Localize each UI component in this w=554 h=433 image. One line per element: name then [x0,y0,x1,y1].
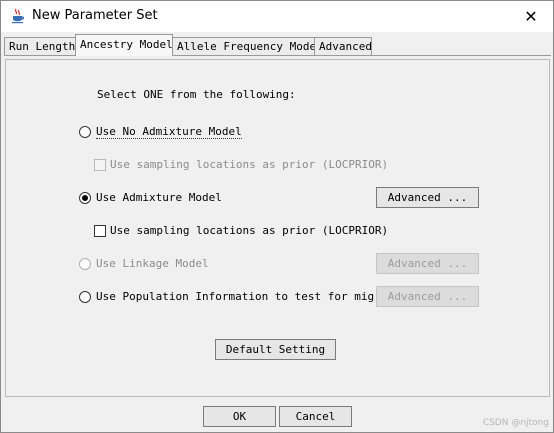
popinfo-advanced-button[interactable]: Advanced ... [376,286,479,307]
tab-advanced[interactable]: Advanced [314,37,372,55]
popinfo-label[interactable]: Use Population Information to test for m… [96,290,394,303]
default-setting-button[interactable]: Default Setting [215,339,336,360]
close-button[interactable]: ✕ [509,1,553,32]
popinfo-radio[interactable] [79,291,91,303]
cancel-button[interactable]: Cancel [279,406,352,427]
admixture-label[interactable]: Use Admixture Model [96,191,222,204]
admixture-radio[interactable] [79,192,91,204]
ok-button[interactable]: OK [203,406,276,427]
admixture-advanced-button[interactable]: Advanced ... [376,187,479,208]
java-cup-icon [12,8,25,24]
ancestry-model-panel: Select ONE from the following: Use No Ad… [5,59,550,397]
tab-strip: Run Length Ancestry Model Allele Frequen… [4,34,551,56]
admixture-locprior-label[interactable]: Use sampling locations as prior (LOCPRIO… [110,224,388,237]
no-admixture-radio[interactable] [79,126,91,138]
close-icon: ✕ [524,7,538,26]
dialog-window: New Parameter Set ✕ Run Length Ancestry … [0,0,554,433]
admixture-locprior-checkbox[interactable] [94,225,106,237]
linkage-label: Use Linkage Model [96,257,209,270]
no-admixture-locprior-checkbox[interactable] [94,159,106,171]
tab-run-length[interactable]: Run Length [4,37,76,55]
title-bar: New Parameter Set ✕ [1,1,553,32]
instruction-text: Select ONE from the following: [97,88,296,101]
no-admixture-label[interactable]: Use No Admixture Model [96,125,242,139]
radio-selected-dot [82,195,88,201]
tab-allele-frequency-model[interactable]: Allele Frequency Model [172,37,323,55]
window-title: New Parameter Set [32,8,158,23]
watermark-text: CSDN @njtong [482,418,549,428]
button-bar: OK Cancel CSDN @njtong [1,399,553,432]
no-admixture-locprior-label: Use sampling locations as prior (LOCPRIO… [110,158,389,171]
linkage-advanced-button[interactable]: Advanced ... [376,253,479,274]
linkage-radio[interactable] [79,258,91,270]
tab-ancestry-model[interactable]: Ancestry Model [75,34,173,56]
